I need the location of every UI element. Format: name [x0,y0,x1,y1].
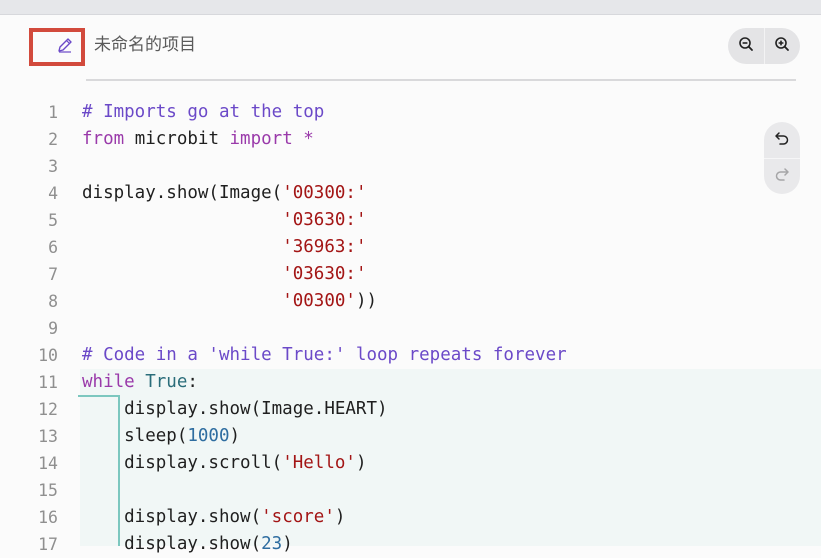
code-text: # Imports go at the top [82,99,324,126]
code-line[interactable]: 4 display.show(Image('00300:' [0,180,821,207]
zoom-in-icon [774,36,790,56]
code-token: '00300:' [282,183,367,203]
code-line[interactable]: 2 from microbit import * [0,126,821,153]
code-token: ) [334,507,346,527]
code-line[interactable]: 7 '03630:' [0,261,821,288]
code-text: '00300')) [82,288,377,315]
line-number: 13 [38,427,58,446]
project-header: 未命名的项目 [0,15,821,81]
code-text: display.show(23) [82,531,293,558]
code-line[interactable]: 11 while True: [0,369,821,396]
line-number: 17 [38,535,58,554]
undo-button[interactable] [764,122,800,158]
code-text: while True: [82,369,198,396]
code-token: while [82,372,135,392]
top-bar [0,0,821,15]
code-line[interactable]: 15 [0,477,821,504]
code-token: 23 [261,534,283,554]
code-text: from microbit import * [82,126,314,153]
code-token: # Code in a 'while True:' loop repeats f… [82,345,567,365]
code-token: 'score' [261,507,335,527]
code-line[interactable]: 16 display.show('score') [0,504,821,531]
project-name[interactable]: 未命名的项目 [94,32,196,58]
line-number: 5 [48,211,58,230]
code-token: ) [229,426,241,446]
code-token: '36963:' [282,237,367,257]
code-token: from [82,129,125,149]
code-line[interactable]: 6 '36963:' [0,234,821,261]
line-number: 2 [48,130,58,149]
code-token: display.show( [82,534,262,554]
code-line[interactable]: 14 display.scroll('Hello') [0,450,821,477]
code-line[interactable]: 1 # Imports go at the top [0,99,821,126]
code-line[interactable]: 5 '03630:' [0,207,821,234]
code-token: display.show(Image.HEART) [82,399,388,419]
history-controls [764,122,800,194]
code-token: '03630:' [282,264,367,284]
line-number: 9 [48,319,58,338]
code-text: sleep(1000) [82,423,240,450]
code-token: # Imports go at the top [82,102,325,122]
code-token: import [229,129,293,149]
line-number: 7 [48,265,58,284]
code-text: '03630:' [82,207,366,234]
zoom-out-icon [738,36,754,56]
code-token: )) [355,291,378,311]
code-line[interactable]: 8 '00300')) [0,288,821,315]
line-number: 12 [38,400,58,419]
code-token: : [187,372,198,392]
pencil-icon [56,36,74,58]
code-text: display.scroll('Hello') [82,450,367,477]
line-number: 4 [48,184,58,203]
code-token: display.scroll( [82,453,283,473]
zoom-out-button[interactable] [728,28,764,64]
code-token: sleep( [82,426,188,446]
code-token: display.show(Image( [82,183,283,203]
code-text: display.show('score') [82,504,345,531]
zoom-controls [728,28,800,64]
undo-icon [774,130,790,150]
line-number: 14 [38,454,58,473]
code-line[interactable]: 17 display.show(23) [0,531,821,558]
line-number: 6 [48,238,58,257]
code-token: '03630:' [282,210,367,230]
line-number: 8 [48,292,58,311]
code-line[interactable]: 10 # Code in a 'while True:' loop repeats… [0,342,821,369]
code-token: * [292,129,314,149]
code-token: ) [282,534,293,554]
code-text: '03630:' [82,261,366,288]
code-token: True [145,372,188,392]
redo-icon [774,166,790,186]
zoom-in-button[interactable] [764,28,800,64]
header-divider [86,79,796,81]
code-editor[interactable]: 1 # Imports go at the top 2 from microbit i… [0,99,821,554]
line-number: 11 [38,373,58,392]
code-line[interactable]: 9 [0,315,821,342]
code-line[interactable]: 3 [0,153,821,180]
code-token: display.show( [82,507,262,527]
code-token: microbit [124,129,230,149]
code-text: display.show(Image('00300:' [82,180,366,207]
edit-project-name-button[interactable] [53,35,77,59]
redo-button[interactable] [764,158,800,194]
line-number: 10 [38,346,58,365]
line-number: 16 [38,508,58,527]
code-line[interactable]: 13 sleep(1000) [0,423,821,450]
line-number: 3 [48,157,58,176]
code-line[interactable]: 12 display.show(Image.HEART) [0,396,821,423]
code-token: '00300' [282,291,356,311]
code-token: 'Hello' [282,453,356,473]
code-token: 1000 [187,426,230,446]
line-number: 15 [38,481,58,500]
code-text: display.show(Image.HEART) [82,396,388,423]
code-text: '36963:' [82,234,366,261]
code-text: # Code in a 'while True:' loop repeats f… [82,342,567,369]
line-number: 1 [48,103,58,122]
code-token: ) [355,453,367,473]
